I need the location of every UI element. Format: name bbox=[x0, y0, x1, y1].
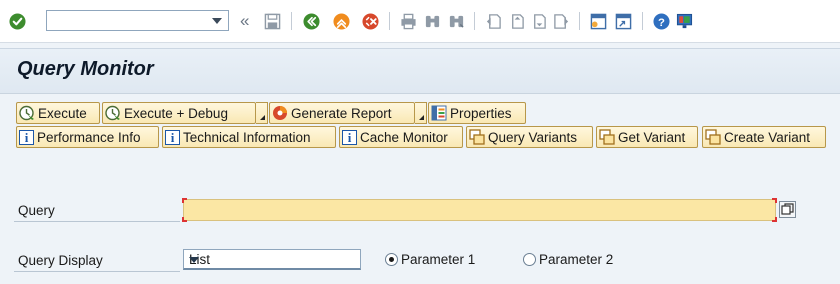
query-display-label: Query Display bbox=[18, 253, 103, 268]
toolbar-separator bbox=[579, 12, 580, 30]
required-marker bbox=[182, 198, 187, 203]
toolbar-separator bbox=[642, 12, 643, 30]
technical-information-button[interactable]: i Technical Information bbox=[162, 126, 336, 148]
cache-monitor-button[interactable]: i Cache Monitor bbox=[339, 126, 463, 148]
help-icon[interactable]: ? bbox=[653, 11, 670, 31]
find-icon[interactable] bbox=[424, 11, 441, 31]
page-title: Query Monitor bbox=[17, 58, 154, 80]
properties-button[interactable]: Properties bbox=[428, 102, 526, 124]
info-icon: i bbox=[342, 129, 357, 145]
radio-parameter-2[interactable]: Parameter 2 bbox=[523, 252, 613, 267]
properties-icon bbox=[431, 105, 447, 121]
command-field-input[interactable] bbox=[50, 12, 200, 29]
performance-info-label: Performance Info bbox=[37, 129, 141, 145]
chevron-down-icon[interactable] bbox=[189, 257, 199, 263]
execute-label: Execute bbox=[38, 105, 87, 121]
execute-debug-icon bbox=[105, 105, 120, 121]
query-display-label-underline bbox=[14, 271, 180, 272]
toolbar-separator bbox=[291, 12, 292, 30]
create-variant-label: Create Variant bbox=[724, 129, 811, 145]
find-next-icon[interactable] bbox=[448, 11, 465, 31]
back-double-arrow-icon[interactable]: « bbox=[240, 11, 249, 31]
previous-page-icon[interactable] bbox=[508, 11, 525, 31]
generate-report-dropdown-arrow[interactable] bbox=[415, 102, 427, 124]
radio-parameter-1-label: Parameter 1 bbox=[401, 252, 476, 267]
execute-icon bbox=[19, 105, 34, 121]
toolbar-separator bbox=[474, 12, 475, 30]
get-variant-label: Get Variant bbox=[618, 129, 686, 145]
info-icon: i bbox=[165, 129, 180, 145]
value-help-button[interactable] bbox=[779, 201, 796, 218]
performance-info-button[interactable]: i Performance Info bbox=[16, 126, 159, 148]
variant-icon bbox=[705, 129, 721, 145]
properties-label: Properties bbox=[450, 105, 512, 121]
last-page-icon[interactable] bbox=[553, 11, 570, 31]
required-marker bbox=[772, 217, 777, 222]
get-variant-button[interactable]: Get Variant bbox=[596, 126, 698, 148]
query-label: Query bbox=[18, 203, 55, 218]
toolbar-separator bbox=[389, 12, 390, 30]
save-icon[interactable] bbox=[264, 11, 281, 31]
variant-icon bbox=[599, 129, 615, 145]
first-page-icon[interactable] bbox=[485, 11, 502, 31]
command-field[interactable] bbox=[46, 10, 229, 31]
query-input-field[interactable] bbox=[184, 200, 775, 220]
radio-selected-icon[interactable] bbox=[385, 253, 398, 266]
required-marker bbox=[182, 217, 187, 222]
system-toolbar: « ? bbox=[0, 0, 840, 43]
info-icon: i bbox=[19, 129, 34, 145]
execute-debug-button[interactable]: Execute + Debug bbox=[102, 102, 256, 124]
back-icon[interactable] bbox=[303, 11, 320, 31]
customize-layout-icon[interactable] bbox=[676, 11, 693, 31]
exit-icon[interactable] bbox=[333, 11, 350, 31]
next-page-icon[interactable] bbox=[530, 11, 547, 31]
query-variants-button[interactable]: Query Variants bbox=[466, 126, 593, 148]
generate-report-button[interactable]: Generate Report bbox=[269, 102, 415, 124]
print-icon[interactable] bbox=[400, 11, 417, 31]
variant-icon bbox=[469, 129, 485, 145]
command-field-dropdown-icon[interactable] bbox=[212, 18, 222, 24]
value-help-icon bbox=[781, 203, 794, 215]
query-input[interactable] bbox=[183, 199, 776, 221]
title-bar: Query Monitor bbox=[0, 48, 840, 94]
radio-parameter-1[interactable]: Parameter 1 bbox=[385, 252, 475, 267]
query-display-select[interactable]: List bbox=[183, 249, 361, 270]
svg-text:?: ? bbox=[658, 16, 665, 28]
execute-debug-dropdown-arrow[interactable] bbox=[256, 102, 268, 124]
generate-report-icon bbox=[273, 106, 287, 120]
radio-parameter-2-label: Parameter 2 bbox=[539, 252, 614, 267]
cache-monitor-label: Cache Monitor bbox=[360, 129, 448, 145]
cancel-icon[interactable] bbox=[362, 11, 379, 31]
query-label-underline bbox=[14, 221, 180, 222]
technical-information-label: Technical Information bbox=[183, 129, 311, 145]
radio-unselected-icon[interactable] bbox=[523, 253, 536, 266]
shortcut-icon[interactable] bbox=[615, 11, 632, 31]
execute-button[interactable]: Execute bbox=[16, 102, 100, 124]
generate-report-label: Generate Report bbox=[291, 105, 392, 121]
execute-debug-label: Execute + Debug bbox=[124, 105, 228, 121]
required-marker bbox=[772, 198, 777, 203]
enter-icon[interactable] bbox=[9, 11, 26, 31]
create-session-icon[interactable] bbox=[590, 11, 607, 31]
query-variants-label: Query Variants bbox=[488, 129, 578, 145]
create-variant-button[interactable]: Create Variant bbox=[702, 126, 826, 148]
